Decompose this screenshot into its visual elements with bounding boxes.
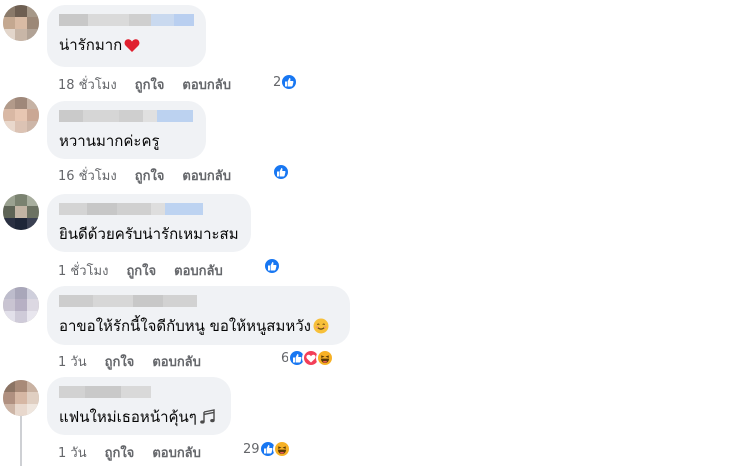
haha-reaction-icon: [316, 349, 335, 367]
like-button[interactable]: ถูกใจ: [135, 165, 165, 186]
avatar[interactable]: [3, 5, 39, 41]
reply-button[interactable]: ตอบกลับ: [152, 442, 201, 463]
musical-notes-icon: [199, 409, 217, 430]
reply-button[interactable]: ตอบกลับ: [182, 74, 231, 95]
timestamp[interactable]: 1 วัน: [58, 442, 87, 463]
like-reaction-icon: [263, 257, 281, 275]
reply-button[interactable]: ตอบกลับ: [182, 165, 231, 186]
comment-actions: 16 ชั่วโมง ถูกใจ ตอบกลับ: [58, 165, 249, 186]
like-button[interactable]: ถูกใจ: [105, 442, 135, 463]
comment-bubble: หวานมากค่ะครู: [47, 101, 206, 159]
comment-text: อาขอให้รักนี้ใจดีกับหนู ขอให้หนูสมหวัง: [59, 317, 311, 335]
comment-text: หวานมากค่ะครู: [59, 132, 160, 150]
comment-actions: 1 วัน ถูกใจ ตอบกลับ: [58, 442, 219, 463]
comment-bubble: อาขอให้รักนี้ใจดีกับหนู ขอให้หนูสมหวัง: [47, 286, 350, 345]
like-button[interactable]: ถูกใจ: [135, 74, 165, 95]
like-button[interactable]: ถูกใจ: [105, 351, 135, 372]
avatar[interactable]: [3, 194, 39, 230]
comment-actions: 1 วัน ถูกใจ ตอบกลับ: [58, 351, 219, 372]
reaction-summary[interactable]: 6: [281, 349, 335, 367]
comment-text: แฟนใหม่เธอหน้าคุ้นๆ: [59, 408, 197, 426]
author-name-blurred[interactable]: [59, 202, 239, 216]
comment-bubble: ยินดีด้วยครับน่ารักเหมาะสม: [47, 194, 251, 252]
comment-bubble: น่ารักมาก: [47, 5, 206, 67]
comment-text: ยินดีด้วยครับน่ารักเหมาะสม: [59, 225, 239, 243]
reaction-summary[interactable]: 2: [273, 73, 299, 91]
author-name-blurred[interactable]: [59, 385, 219, 399]
timestamp[interactable]: 16 ชั่วโมง: [58, 165, 117, 186]
like-reaction-icon: [272, 163, 290, 181]
author-name-blurred[interactable]: [59, 13, 194, 27]
reply-button[interactable]: ตอบกลับ: [174, 260, 223, 281]
like-reaction-icon: [280, 73, 299, 91]
reaction-summary[interactable]: [263, 257, 281, 275]
like-button[interactable]: ถูกใจ: [126, 260, 156, 281]
avatar[interactable]: [3, 380, 39, 416]
reaction-count: 29: [243, 441, 260, 457]
reaction-summary[interactable]: [272, 163, 290, 181]
haha-reaction-icon: [272, 440, 291, 458]
reaction-summary[interactable]: 29: [243, 440, 291, 458]
smiling-face-icon: [313, 318, 329, 339]
comment-actions: 18 ชั่วโมง ถูกใจ ตอบกลับ: [58, 74, 249, 95]
comment-bubble: แฟนใหม่เธอหน้าคุ้นๆ: [47, 377, 231, 435]
reply-button[interactable]: ตอบกลับ: [152, 351, 201, 372]
timestamp[interactable]: 18 ชั่วโมง: [58, 74, 117, 95]
avatar[interactable]: [3, 287, 39, 323]
author-name-blurred[interactable]: [59, 294, 338, 308]
avatar[interactable]: [3, 97, 39, 133]
comment-text: น่ารักมาก: [59, 36, 123, 54]
reply-thread-line: [20, 414, 22, 466]
timestamp[interactable]: 1 วัน: [58, 351, 87, 372]
heart-icon: [124, 38, 140, 58]
author-name-blurred[interactable]: [59, 109, 194, 123]
comment-actions: 1 ชั่วโมง ถูกใจ ตอบกลับ: [58, 260, 241, 281]
timestamp[interactable]: 1 ชั่วโมง: [58, 260, 108, 281]
